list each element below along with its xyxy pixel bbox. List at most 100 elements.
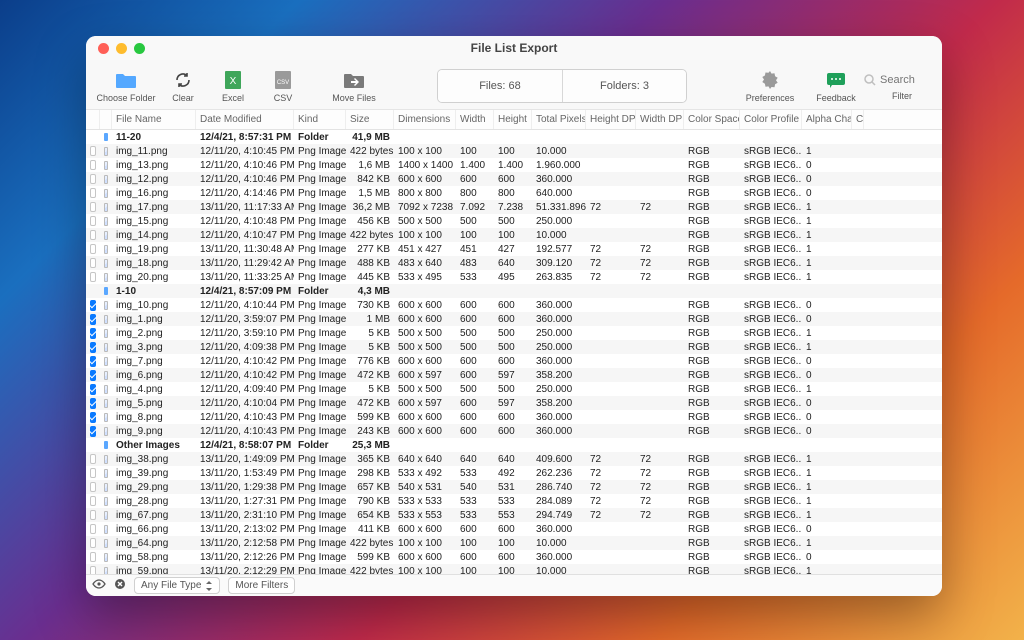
- cell-size: 36,2 MB: [346, 202, 394, 213]
- row-checkbox[interactable]: [90, 258, 96, 268]
- table-row[interactable]: img_20.png13/11/20, 11:33:25 AMPng Image…: [86, 270, 942, 284]
- table-row[interactable]: img_1.png12/11/20, 3:59:07 PMPng Image1 …: [86, 312, 942, 326]
- table-row[interactable]: img_11.png12/11/20, 4:10:45 PMPng Image4…: [86, 144, 942, 158]
- row-checkbox[interactable]: [90, 552, 96, 562]
- col-width[interactable]: Width: [456, 110, 494, 129]
- table-row[interactable]: img_17.png13/11/20, 11:17:33 AMPng Image…: [86, 200, 942, 214]
- col-created[interactable]: Cr...: [852, 110, 864, 129]
- search-field[interactable]: [856, 71, 942, 89]
- row-checkbox[interactable]: [90, 342, 96, 353]
- table-row[interactable]: img_16.png12/11/20, 4:14:46 PMPng Image1…: [86, 186, 942, 200]
- table-row[interactable]: img_8.png12/11/20, 4:10:43 PMPng Image59…: [86, 410, 942, 424]
- row-checkbox[interactable]: [90, 524, 96, 534]
- col-total-pixels[interactable]: Total Pixels: [532, 110, 586, 129]
- row-checkbox[interactable]: [90, 482, 96, 492]
- cell-dim: 7092 x 7238: [394, 202, 456, 213]
- excel-button[interactable]: X Excel: [210, 69, 256, 103]
- table-row[interactable]: img_29.png13/11/20, 1:29:38 PMPng Image6…: [86, 480, 942, 494]
- col-color-space[interactable]: Color Space: [684, 110, 740, 129]
- table-row[interactable]: img_15.png12/11/20, 4:10:48 PMPng Image4…: [86, 214, 942, 228]
- row-checkbox[interactable]: [90, 216, 96, 226]
- row-checkbox[interactable]: [90, 202, 96, 212]
- col-height-dpi[interactable]: Height DPI: [586, 110, 636, 129]
- table-row[interactable]: Other Images12/4/21, 8:58:07 PMFolder25,…: [86, 438, 942, 452]
- row-checkbox[interactable]: [90, 412, 96, 423]
- folder-icon: [115, 69, 137, 91]
- table-row[interactable]: img_4.png12/11/20, 4:09:40 PMPng Image5 …: [86, 382, 942, 396]
- row-checkbox[interactable]: [90, 384, 96, 395]
- col-dim[interactable]: Dimensions: [394, 110, 456, 129]
- row-checkbox[interactable]: [90, 454, 96, 464]
- clear-button[interactable]: Clear: [160, 69, 206, 103]
- table-row[interactable]: img_10.png12/11/20, 4:10:44 PMPng Image7…: [86, 298, 942, 312]
- row-checkbox[interactable]: [90, 566, 96, 574]
- row-checkbox[interactable]: [90, 230, 96, 240]
- clear-filter-icon[interactable]: [114, 578, 126, 593]
- row-checkbox[interactable]: [90, 314, 96, 325]
- row-checkbox[interactable]: [90, 510, 96, 520]
- table-row[interactable]: img_5.png12/11/20, 4:10:04 PMPng Image47…: [86, 396, 942, 410]
- table-row[interactable]: img_9.png12/11/20, 4:10:43 PMPng Image24…: [86, 424, 942, 438]
- row-checkbox[interactable]: [90, 272, 96, 282]
- row-checkbox[interactable]: [90, 188, 96, 198]
- table-row[interactable]: img_3.png12/11/20, 4:09:38 PMPng Image5 …: [86, 340, 942, 354]
- col-color-profile[interactable]: Color Profile: [740, 110, 802, 129]
- col-height[interactable]: Height: [494, 110, 532, 129]
- eye-icon[interactable]: [92, 579, 106, 592]
- row-checkbox[interactable]: [90, 174, 96, 184]
- table-row[interactable]: img_39.png13/11/20, 1:53:49 PMPng Image2…: [86, 466, 942, 480]
- table-row[interactable]: img_59.png13/11/20, 2:12:29 PMPng Image4…: [86, 564, 942, 574]
- files-count[interactable]: Files: 68: [438, 70, 562, 102]
- cell-tp: 10.000: [532, 538, 586, 549]
- col-date[interactable]: Date Modified: [196, 110, 294, 129]
- move-files-button[interactable]: Move Files: [324, 69, 384, 103]
- row-checkbox[interactable]: [90, 398, 96, 409]
- row-checkbox[interactable]: [90, 468, 96, 478]
- choose-folder-button[interactable]: Choose Folder: [96, 69, 156, 103]
- table-row[interactable]: img_38.png13/11/20, 1:49:09 PMPng Image3…: [86, 452, 942, 466]
- filetype-select[interactable]: Any File Type: [134, 577, 220, 594]
- cell-name: img_14.png: [112, 230, 196, 241]
- row-checkbox[interactable]: [90, 300, 96, 311]
- row-checkbox[interactable]: [90, 328, 96, 339]
- table-row[interactable]: img_7.png12/11/20, 4:10:42 PMPng Image77…: [86, 354, 942, 368]
- table-row[interactable]: img_6.png12/11/20, 4:10:42 PMPng Image47…: [86, 368, 942, 382]
- col-kind[interactable]: Kind: [294, 110, 346, 129]
- preferences-button[interactable]: Preferences: [740, 69, 800, 103]
- table-row[interactable]: img_64.png13/11/20, 2:12:58 PMPng Image4…: [86, 536, 942, 550]
- row-checkbox[interactable]: [90, 426, 96, 437]
- col-size[interactable]: Size: [346, 110, 394, 129]
- cell-dim: 600 x 600: [394, 552, 456, 563]
- row-checkbox[interactable]: [90, 370, 96, 381]
- table-row[interactable]: img_67.png13/11/20, 2:31:10 PMPng Image6…: [86, 508, 942, 522]
- table-row[interactable]: 1-1012/4/21, 8:57:09 PMFolder4,3 MB: [86, 284, 942, 298]
- table-body[interactable]: 11-2012/4/21, 8:57:31 PMFolder41,9 MBimg…: [86, 130, 942, 574]
- col-width-dpi[interactable]: Width DPI: [636, 110, 684, 129]
- table-row[interactable]: img_18.png13/11/20, 11:29:42 AMPng Image…: [86, 256, 942, 270]
- table-row[interactable]: img_28.png13/11/20, 1:27:31 PMPng Image7…: [86, 494, 942, 508]
- row-checkbox[interactable]: [90, 146, 96, 156]
- table-row[interactable]: 11-2012/4/21, 8:57:31 PMFolder41,9 MB: [86, 130, 942, 144]
- table-row[interactable]: img_2.png12/11/20, 3:59:10 PMPng Image5 …: [86, 326, 942, 340]
- cell-date: 12/4/21, 8:57:09 PM: [196, 286, 294, 297]
- col-name[interactable]: File Name: [112, 110, 196, 129]
- table-row[interactable]: img_19.png13/11/20, 11:30:48 AMPng Image…: [86, 242, 942, 256]
- search-input[interactable]: [880, 74, 940, 86]
- row-checkbox[interactable]: [90, 496, 96, 506]
- table-row[interactable]: img_13.png12/11/20, 4:10:46 PMPng Image1…: [86, 158, 942, 172]
- table-row[interactable]: img_14.png12/11/20, 4:10:47 PMPng Image4…: [86, 228, 942, 242]
- col-alpha[interactable]: Alpha Chan...: [802, 110, 852, 129]
- csv-button[interactable]: CSV CSV: [260, 69, 306, 103]
- folders-count[interactable]: Folders: 3: [562, 70, 686, 102]
- row-checkbox[interactable]: [90, 244, 96, 254]
- row-checkbox[interactable]: [90, 538, 96, 548]
- table-row[interactable]: img_58.png13/11/20, 2:12:26 PMPng Image5…: [86, 550, 942, 564]
- row-checkbox[interactable]: [90, 356, 96, 367]
- row-checkbox[interactable]: [90, 160, 96, 170]
- filter-button[interactable]: Filter: [872, 71, 932, 101]
- table-header[interactable]: File Name Date Modified Kind Size Dimens…: [86, 110, 942, 130]
- table-row[interactable]: img_66.png13/11/20, 2:13:02 PMPng Image4…: [86, 522, 942, 536]
- cell-name: img_16.png: [112, 188, 196, 199]
- table-row[interactable]: img_12.png12/11/20, 4:10:46 PMPng Image8…: [86, 172, 942, 186]
- more-filters-button[interactable]: More Filters: [228, 577, 295, 594]
